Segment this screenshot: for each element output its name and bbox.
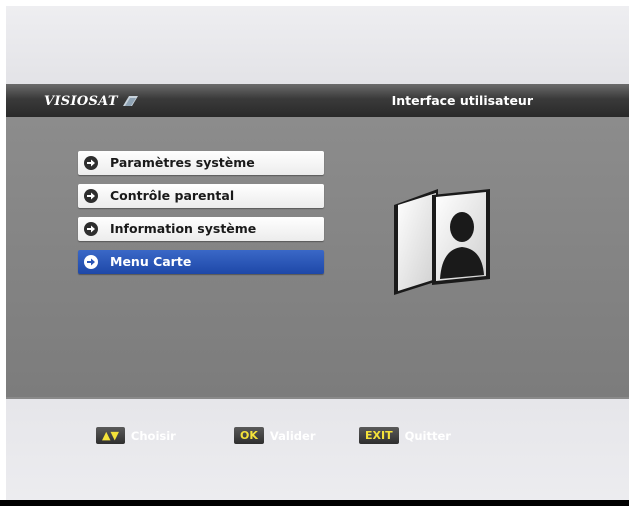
exit-key: EXIT (359, 427, 399, 444)
content-area: Paramètres système Contrôle parental Inf… (6, 117, 629, 399)
menu-item-information-systeme[interactable]: Information système (78, 217, 324, 241)
user-profile-icon (394, 189, 490, 295)
menu-item-label: Paramètres système (110, 155, 255, 170)
menu-item-label: Information système (110, 221, 257, 236)
arrow-right-circle-icon (84, 255, 98, 269)
menu-item-label: Menu Carte (110, 254, 192, 269)
top-band (6, 6, 629, 84)
hint-valider: OK Valider (234, 427, 316, 444)
brand-logo: VISIOSAT (44, 90, 139, 112)
hint-choisir: ▲▼ Choisir (96, 427, 176, 444)
up-down-key: ▲▼ (96, 427, 125, 444)
settings-menu: Paramètres système Contrôle parental Inf… (78, 151, 324, 283)
arrow-right-circle-icon (84, 222, 98, 236)
ok-key: OK (234, 427, 264, 444)
menu-item-menu-carte[interactable]: Menu Carte (78, 250, 324, 274)
header-bar: VISIOSAT Interface utilisateur (6, 84, 629, 117)
footer-bar: ▲▼ Choisir OK Valider EXIT Quitter (6, 399, 629, 500)
arrow-right-circle-icon (84, 189, 98, 203)
menu-item-label: Contrôle parental (110, 188, 235, 203)
logo-flag-icon (122, 96, 138, 106)
bottom-border (0, 500, 629, 506)
menu-item-parametres-systeme[interactable]: Paramètres système (78, 151, 324, 175)
hint-label-choisir: Choisir (130, 428, 176, 443)
brand-logo-text: VISIOSAT (44, 93, 118, 109)
tv-screen: VISIOSAT Interface utilisateur Paramètre… (6, 6, 629, 500)
page-title: Interface utilisateur (391, 93, 533, 108)
hint-label-quitter: Quitter (404, 428, 451, 443)
arrow-right-circle-icon (84, 156, 98, 170)
hint-label-valider: Valider (269, 428, 316, 443)
menu-item-controle-parental[interactable]: Contrôle parental (78, 184, 324, 208)
hint-quitter: EXIT Quitter (359, 427, 451, 444)
